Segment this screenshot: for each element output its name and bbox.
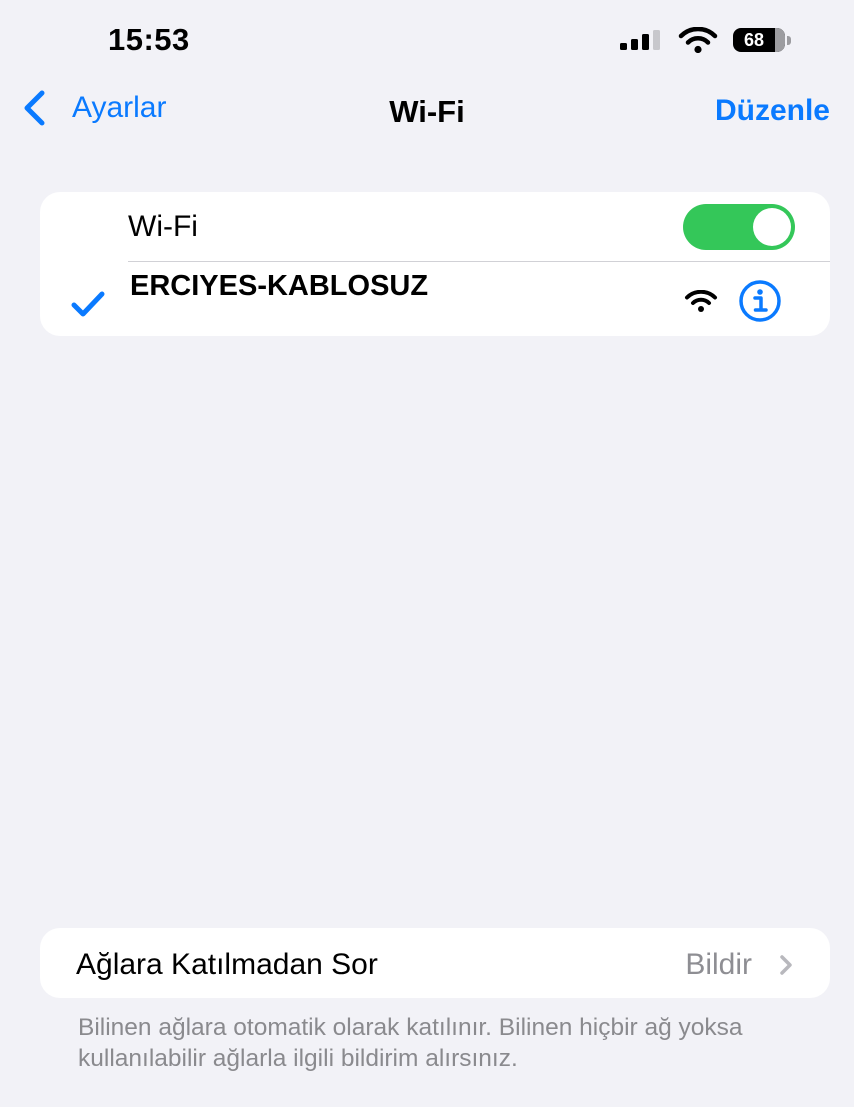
toggle-knob — [753, 208, 791, 246]
edit-button[interactable]: Düzenle — [715, 94, 830, 128]
ask-to-join-row[interactable]: Ağlara Katılmadan Sor Bildir — [40, 928, 830, 998]
network-name: ERCIYES-KABLOSUZ — [130, 270, 429, 302]
wifi-label: Wi-Fi — [128, 210, 198, 243]
connected-network-row[interactable]: ERCIYES-KABLOSUZ — [40, 262, 830, 336]
wifi-settings-screen: 15:53 68 Ayarlar Wi-Fi Düzenle Wi-Fi ERC… — [0, 0, 854, 1107]
info-icon[interactable] — [738, 279, 782, 323]
ask-to-join-value: Bildir — [685, 948, 752, 981]
ask-to-join-label: Ağlara Katılmadan Sor — [76, 948, 378, 981]
status-time: 15:53 — [108, 22, 190, 57]
navigation-bar: Ayarlar Wi-Fi Düzenle — [0, 80, 854, 136]
battery-level: 68 — [733, 28, 785, 52]
status-bar: 15:53 68 — [0, 0, 854, 80]
wifi-icon — [685, 290, 717, 312]
chevron-right-icon — [780, 955, 792, 975]
checkmark-icon — [71, 291, 105, 317]
cellular-signal-icon — [620, 30, 660, 50]
wifi-toggle-row: Wi-Fi — [40, 192, 830, 262]
wifi-group: Wi-Fi ERCIYES-KABLOSUZ — [40, 192, 830, 336]
battery-percentage: 68 — [743, 30, 765, 50]
wifi-toggle[interactable] — [683, 204, 795, 250]
battery-cap — [787, 36, 791, 45]
ask-to-join-footer: Bilinen ağlara otomatik olarak katılınır… — [78, 1014, 743, 1072]
wifi-icon — [678, 27, 718, 53]
battery-icon: 68 — [733, 28, 793, 52]
